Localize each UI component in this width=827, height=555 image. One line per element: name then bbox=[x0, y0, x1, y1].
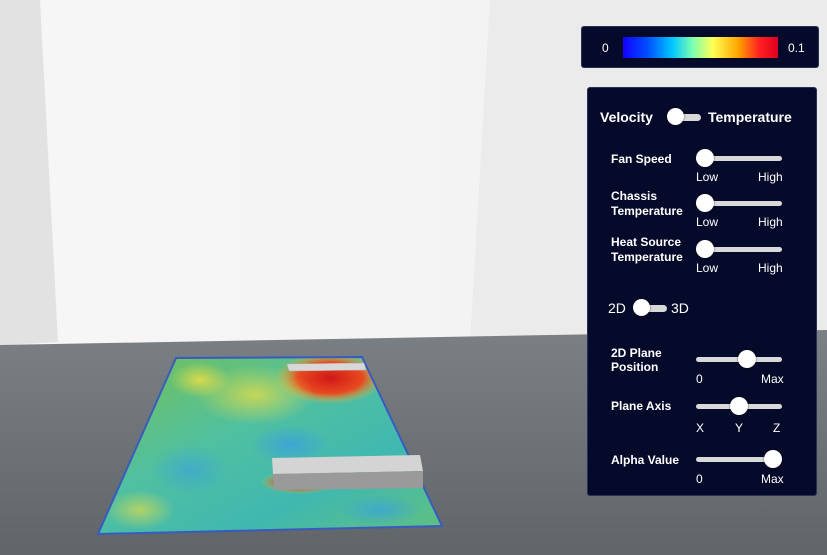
plane-position-min-label: 0 bbox=[696, 372, 703, 386]
chassis-temperature-low-label: Low bbox=[696, 215, 719, 229]
2d-3d-toggle[interactable] bbox=[633, 299, 667, 316]
velocity-temperature-toggle[interactable] bbox=[667, 108, 701, 125]
legend-max-label: 0.1 bbox=[788, 41, 805, 55]
heat-source-temperature-slider[interactable] bbox=[696, 240, 782, 258]
heat-source-block-front bbox=[272, 455, 423, 490]
alpha-value-slider[interactable] bbox=[696, 450, 782, 468]
velocity-toggle-label: Velocity bbox=[600, 109, 653, 125]
plane-axis-slider[interactable] bbox=[696, 397, 782, 415]
control-panel: Velocity Temperature Fan Speed Low High … bbox=[587, 87, 817, 496]
2d-toggle-label: 2D bbox=[608, 300, 626, 316]
slider-knob[interactable] bbox=[738, 350, 757, 368]
slider-knob[interactable] bbox=[696, 240, 714, 258]
legend-min-label: 0 bbox=[602, 41, 609, 55]
slider-knob[interactable] bbox=[696, 194, 714, 212]
plane-position-max-label: Max bbox=[761, 372, 784, 386]
heat-source-temperature-high-label: High bbox=[758, 261, 783, 275]
plane-axis-option-y: Y bbox=[735, 421, 744, 435]
toggle-knob[interactable] bbox=[667, 108, 684, 125]
chassis-temperature-label-line1: Chassis bbox=[611, 189, 658, 203]
chassis-temperature-slider[interactable] bbox=[696, 194, 782, 212]
heat-source-block-back bbox=[286, 362, 367, 372]
heat-source-temperature-label-line2: Temperature bbox=[611, 250, 683, 264]
chassis-temperature-high-label: High bbox=[758, 215, 783, 229]
toggle-knob[interactable] bbox=[633, 299, 650, 316]
color-legend: 0 0.1 bbox=[581, 26, 819, 68]
heat-source-temperature-label-line1: Heat Source bbox=[611, 235, 682, 249]
3d-toggle-label: 3D bbox=[671, 300, 689, 316]
alpha-value-label: Alpha Value bbox=[611, 453, 680, 467]
fan-speed-slider[interactable] bbox=[696, 149, 782, 167]
plane-axis-label: Plane Axis bbox=[611, 399, 672, 413]
slider-knob[interactable] bbox=[730, 397, 748, 415]
fan-speed-label: Fan Speed bbox=[611, 152, 672, 166]
plane-position-label-line2: Position bbox=[611, 360, 659, 374]
plane-position-label-line1: 2D Plane bbox=[611, 346, 662, 360]
slider-knob[interactable] bbox=[764, 450, 782, 468]
plane-axis-option-x: X bbox=[696, 421, 705, 435]
temperature-toggle-label: Temperature bbox=[708, 109, 792, 125]
fan-speed-low-label: Low bbox=[696, 170, 719, 184]
plane-axis-option-z: Z bbox=[773, 421, 781, 435]
fan-speed-high-label: High bbox=[758, 170, 783, 184]
chassis-temperature-label-line2: Temperature bbox=[611, 204, 683, 218]
color-scale-bar bbox=[623, 37, 778, 58]
alpha-value-max-label: Max bbox=[761, 472, 784, 486]
slider-knob[interactable] bbox=[696, 149, 714, 167]
heat-source-temperature-low-label: Low bbox=[696, 261, 719, 275]
plane-position-slider[interactable] bbox=[696, 350, 782, 368]
alpha-value-min-label: 0 bbox=[696, 472, 703, 486]
